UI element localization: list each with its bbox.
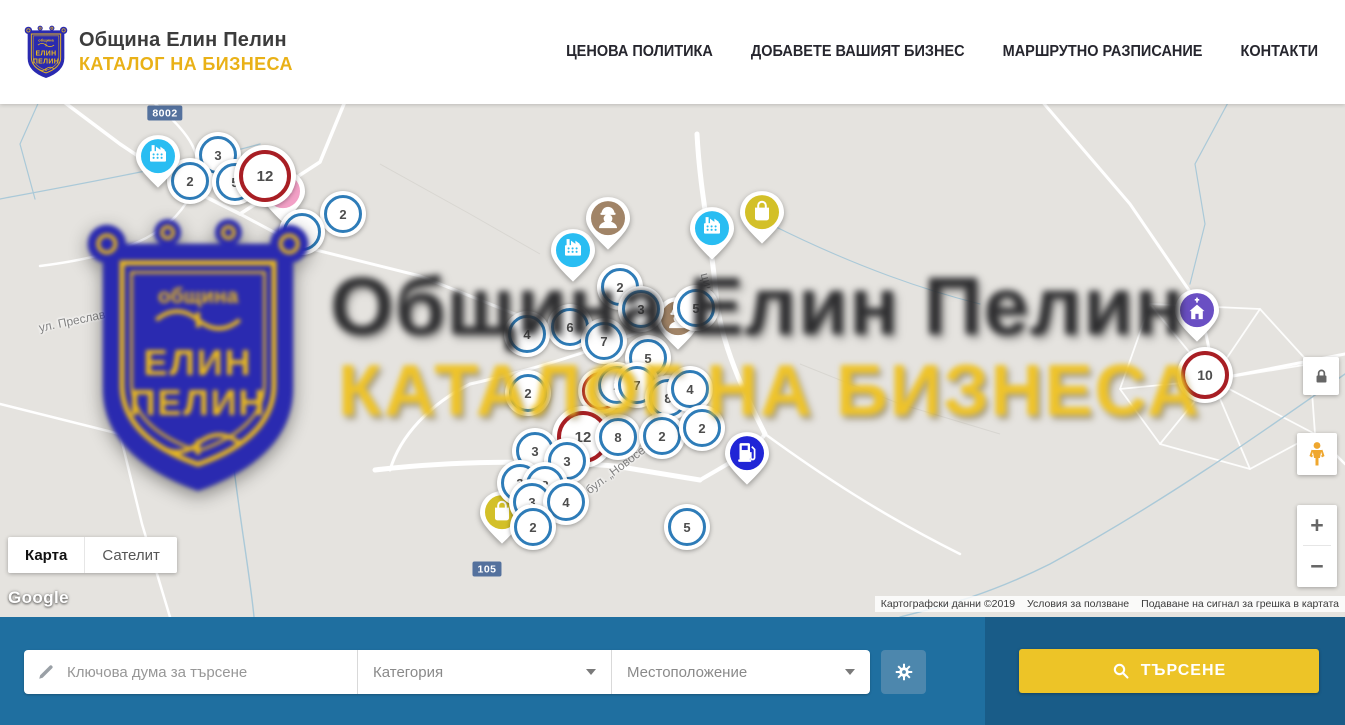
cluster-marker[interactable]: 2 — [639, 413, 685, 459]
maptype-satellite-button[interactable]: Сателит — [84, 537, 177, 573]
cluster-count: 7 — [585, 322, 623, 360]
gear-icon — [893, 661, 915, 683]
cluster-count: 10 — [1181, 351, 1229, 399]
svg-text:община: община — [38, 38, 54, 43]
location-select-value: Местоположение — [627, 664, 747, 681]
site-subtitle: КАТАЛОГ НА БИЗНЕСА — [79, 54, 293, 75]
search-button-label: ТЪРСЕНЕ — [1141, 662, 1226, 680]
cluster-count: 4 — [508, 315, 546, 353]
cluster-count: 4 — [671, 370, 709, 408]
zoom-control: + − — [1297, 505, 1337, 587]
search-bar: Категория Местоположение ТЪРСЕНЕ — [0, 617, 1345, 725]
pencil-icon — [37, 663, 55, 681]
attribution-data-notice: Картографски данни ©2019 — [875, 596, 1021, 612]
cluster-count: 12 — [239, 150, 291, 202]
zoom-out-button[interactable]: − — [1297, 546, 1337, 586]
header: община ЕЛИН ПЕЛИН Община Елин Пелин КАТА… — [0, 0, 1345, 104]
nav-route-schedule[interactable]: МАРШРУТНО РАЗПИСАНИЕ — [1003, 44, 1203, 61]
category-pin-factory[interactable] — [135, 133, 181, 190]
cluster-count: 2 — [324, 195, 362, 233]
cluster-count: 2 — [509, 374, 547, 412]
main-nav: ЦЕНОВА ПОЛИТИКА ДОБАВЕТЕ ВАШИЯТ БИЗНЕС М… — [566, 44, 1318, 60]
municipality-logo-icon: община ЕЛИН ПЕЛИН — [24, 23, 68, 81]
fullscreen-lock-button[interactable] — [1303, 357, 1339, 395]
category-select[interactable]: Категория — [358, 650, 612, 694]
cluster-marker[interactable]: 2 — [510, 504, 556, 550]
cluster-marker[interactable]: 5 — [673, 285, 719, 331]
cluster-marker[interactable]: 12 — [234, 145, 296, 207]
category-pin-bag[interactable] — [739, 189, 785, 246]
cluster-marker[interactable] — [279, 209, 325, 255]
category-pin-worker[interactable] — [585, 195, 631, 252]
cluster-marker[interactable]: 7 — [581, 318, 627, 364]
cluster-count: 2 — [514, 508, 552, 546]
keyword-input[interactable] — [65, 663, 344, 682]
cluster-count — [283, 213, 321, 251]
search-button[interactable]: ТЪРСЕНЕ — [1019, 649, 1319, 693]
lock-icon — [1313, 367, 1330, 386]
advanced-settings-button[interactable] — [881, 650, 926, 694]
pegman-button[interactable] — [1297, 433, 1337, 475]
nav-pricing-policy[interactable]: ЦЕНОВА ПОЛИТИКА — [566, 44, 713, 61]
search-icon — [1112, 662, 1130, 680]
google-logo[interactable]: Google — [8, 588, 69, 608]
category-pin-church[interactable] — [1174, 287, 1220, 344]
nav-contacts[interactable]: КОНТАКТИ — [1240, 44, 1318, 61]
nav-add-business[interactable]: ДОБАВЕТЕ ВАШИЯТ БИЗНЕС — [751, 44, 965, 61]
cluster-marker[interactable]: 2 — [679, 405, 725, 451]
zoom-in-button[interactable]: + — [1297, 505, 1337, 545]
cluster-marker[interactable]: 4 — [504, 311, 550, 357]
category-pin-factory[interactable] — [689, 205, 735, 262]
cluster-marker[interactable]: 2 — [505, 370, 551, 416]
chevron-down-icon — [586, 669, 596, 675]
map-canvas[interactable]: 8002105ул. Преславбул. „Новоселции 32512… — [0, 104, 1345, 617]
cluster-count: 2 — [643, 417, 681, 455]
brand[interactable]: община ЕЛИН ПЕЛИН Община Елин Пелин КАТА… — [24, 23, 293, 81]
cluster-count: 8 — [599, 418, 637, 456]
category-pin-fuel[interactable] — [724, 430, 770, 487]
location-select[interactable]: Местоположение — [612, 650, 870, 694]
maptype-control: Карта Сателит — [8, 537, 177, 573]
cluster-marker[interactable]: 5 — [664, 504, 710, 550]
maptype-map-button[interactable]: Карта — [8, 537, 84, 573]
chevron-down-icon — [845, 669, 855, 675]
cluster-marker[interactable]: 10 — [1177, 347, 1233, 403]
cluster-marker[interactable]: 2 — [320, 191, 366, 237]
keyword-field — [24, 650, 358, 694]
marker-layer: 325122235647522784128223338342510 — [0, 104, 1345, 617]
cluster-marker[interactable]: 8 — [595, 414, 641, 460]
cluster-count: 3 — [622, 290, 660, 328]
search-fields: Категория Местоположение — [24, 650, 870, 694]
cluster-count: 5 — [677, 289, 715, 327]
cluster-count: 5 — [668, 508, 706, 546]
site-title: Община Елин Пелин — [79, 29, 293, 52]
map-attribution: Картографски данни ©2019 Условия за полз… — [875, 596, 1345, 612]
pegman-icon — [1306, 441, 1328, 467]
attribution-terms-link[interactable]: Условия за ползване — [1021, 596, 1135, 612]
category-select-value: Категория — [373, 664, 443, 681]
attribution-report-link[interactable]: Подаване на сигнал за грешка в картата — [1135, 596, 1345, 612]
svg-text:ПЕЛИН: ПЕЛИН — [33, 58, 59, 65]
cluster-marker[interactable]: 3 — [618, 286, 664, 332]
cluster-count: 2 — [683, 409, 721, 447]
svg-text:ЕЛИН: ЕЛИН — [35, 51, 56, 58]
